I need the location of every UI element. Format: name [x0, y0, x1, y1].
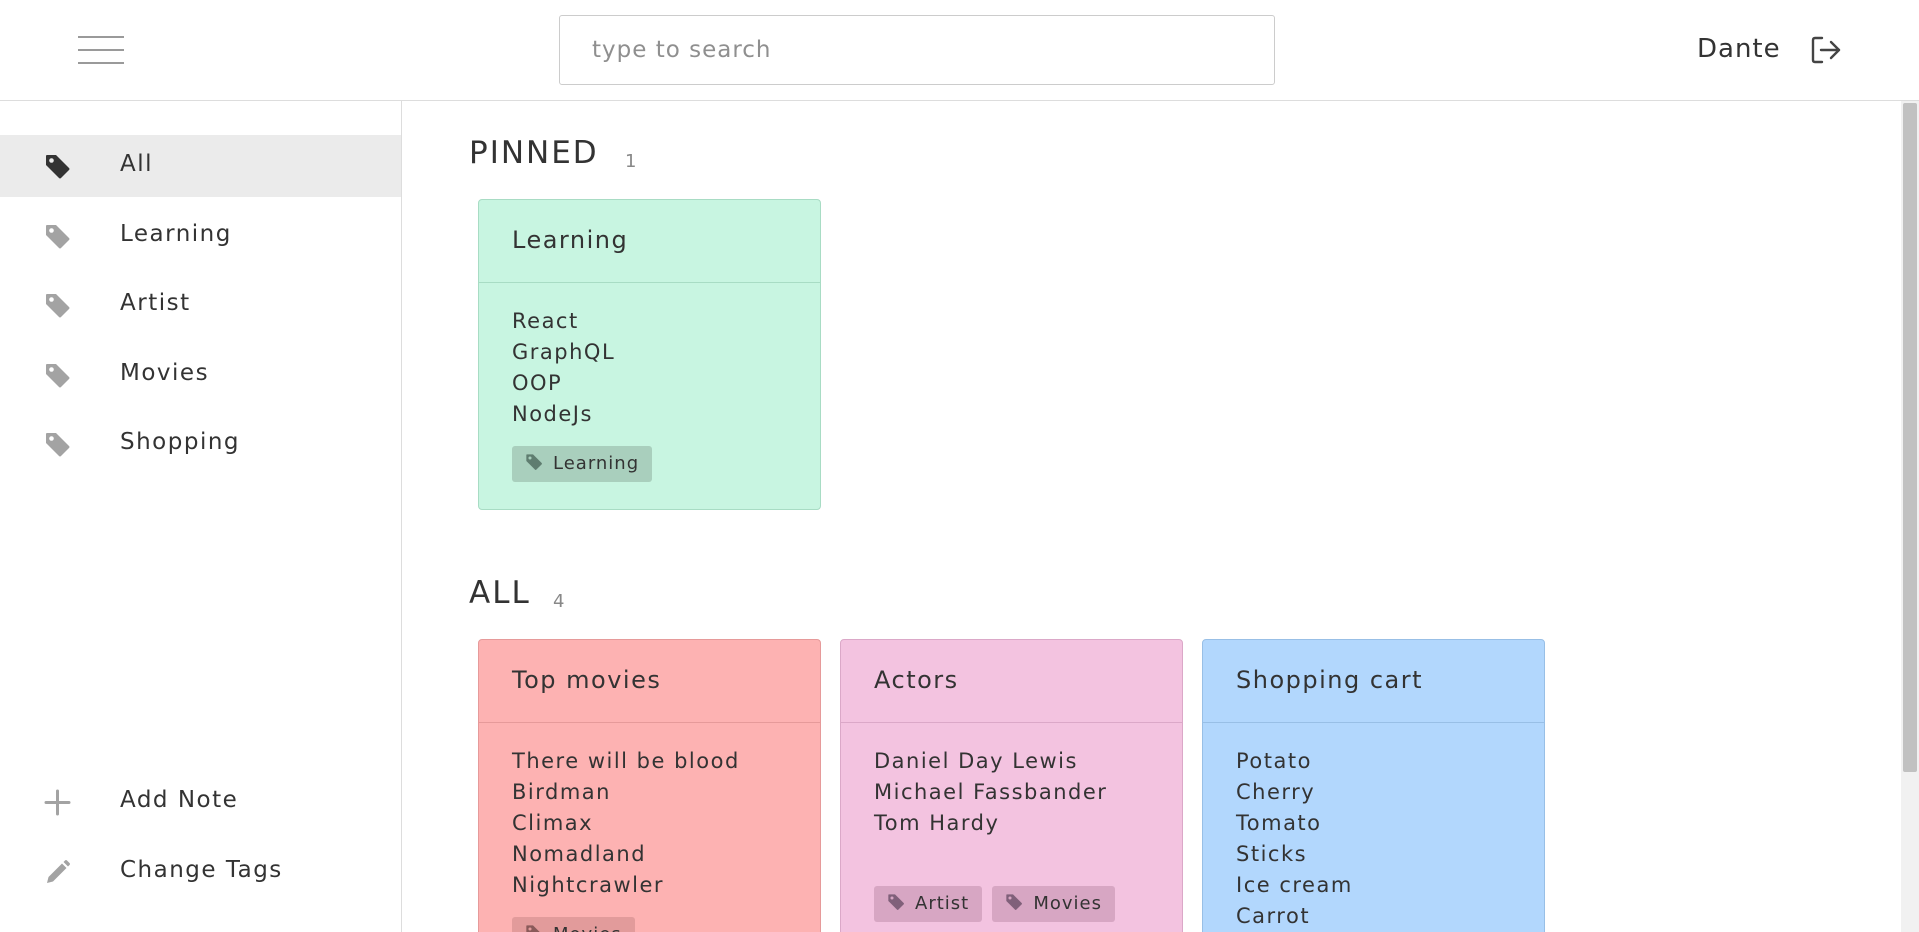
sidebar-item-label: Learning	[120, 221, 232, 247]
tag-icon	[46, 294, 70, 318]
note-line: Nightcrawler	[512, 873, 665, 897]
note-line: Potato	[1236, 749, 1312, 773]
note-line: Carrot	[1236, 904, 1311, 928]
tag-icon	[46, 225, 70, 249]
note-tag-learning[interactable]: Learning	[512, 446, 653, 482]
sidebar: All Learning Artist Movies Shopping Add …	[0, 101, 402, 932]
pencil-icon	[47, 860, 70, 883]
note-title: Top movies	[479, 640, 820, 723]
sidebar-item-label: All	[120, 151, 154, 177]
note-line: Tom Hardy	[874, 811, 1000, 835]
note-line: NodeJs	[512, 402, 593, 426]
note-tag-artist[interactable]: Artist	[874, 886, 983, 922]
change-tags-button[interactable]: Change Tags	[0, 841, 401, 903]
note-tags: Learning	[512, 446, 656, 482]
sidebar-item-label: Movies	[120, 360, 210, 386]
search-input[interactable]	[560, 16, 1274, 84]
logout-icon[interactable]	[1810, 35, 1842, 65]
hamburger-menu-icon[interactable]	[78, 36, 124, 66]
notes-area: PINNED 1 Learning React GraphQL OOP Node…	[403, 101, 1919, 932]
plus-icon	[44, 789, 71, 816]
scrollbar-thumb[interactable]	[1903, 103, 1917, 772]
note-line: Ice cream	[1236, 873, 1353, 897]
note-line: Tomato	[1236, 811, 1322, 835]
note-title: Actors	[841, 640, 1182, 723]
note-line: Birdman	[512, 780, 611, 804]
tag-label: Learning	[553, 453, 640, 474]
note-body: Daniel Day Lewis Michael Fassbander Tom …	[841, 723, 1182, 839]
note-body: React GraphQL OOP NodeJs	[479, 283, 820, 430]
sidebar-item-label: Artist	[120, 290, 191, 316]
all-count: 4	[553, 591, 566, 612]
note-line: React	[512, 309, 579, 333]
note-line: OOP	[512, 371, 563, 395]
pinned-count: 1	[625, 151, 638, 172]
add-note-label: Add Note	[120, 787, 239, 813]
note-line: Nomadland	[512, 842, 647, 866]
tag-icon	[888, 894, 904, 910]
pinned-section-title: PINNED	[469, 135, 599, 171]
note-line: GraphQL	[512, 340, 616, 364]
note-tags: Movies	[512, 917, 639, 932]
note-title: Shopping cart	[1203, 640, 1544, 723]
tag-icon	[46, 433, 70, 457]
note-line: There will be blood	[512, 749, 740, 773]
note-card-learning[interactable]: Learning React GraphQL OOP NodeJs Learni…	[478, 199, 821, 510]
note-tags: Artist Movies	[874, 886, 1119, 922]
tag-label: Artist	[915, 893, 970, 914]
app-header: Dante	[0, 0, 1919, 101]
sidebar-item-label: Shopping	[120, 429, 241, 455]
note-line: Daniel Day Lewis	[874, 749, 1078, 773]
note-body: There will be blood Birdman Climax Nomad…	[479, 723, 820, 901]
note-line: Michael Fassbander	[874, 780, 1108, 804]
note-line: Sticks	[1236, 842, 1308, 866]
note-body: Potato Cherry Tomato Sticks Ice cream Ca…	[1203, 723, 1544, 932]
note-tag-movies[interactable]: Movies	[512, 917, 635, 932]
note-line: Climax	[512, 811, 594, 835]
tag-label: Movies	[1033, 893, 1102, 914]
add-note-button[interactable]: Add Note	[0, 771, 401, 833]
sidebar-item-learning[interactable]: Learning	[0, 205, 401, 267]
sidebar-item-all[interactable]: All	[0, 135, 401, 197]
tag-icon	[526, 925, 540, 932]
note-tag-movies[interactable]: Movies	[992, 886, 1115, 922]
change-tags-label: Change Tags	[120, 857, 283, 883]
tag-icon	[46, 364, 70, 388]
note-card-top-movies[interactable]: Top movies There will be blood Birdman C…	[478, 639, 821, 932]
note-line: Cherry	[1236, 780, 1316, 804]
note-title: Learning	[479, 200, 820, 283]
sidebar-item-movies[interactable]: Movies	[0, 344, 401, 406]
user-name: Dante	[1697, 34, 1781, 64]
note-card-actors[interactable]: Actors Daniel Day Lewis Michael Fassband…	[840, 639, 1183, 932]
search-box	[559, 15, 1275, 85]
sidebar-item-shopping[interactable]: Shopping	[0, 413, 401, 475]
sidebar-item-artist[interactable]: Artist	[0, 274, 401, 336]
tag-label: Movies	[553, 924, 622, 932]
note-card-shopping-cart[interactable]: Shopping cart Potato Cherry Tomato Stick…	[1202, 639, 1545, 932]
tag-icon	[1006, 894, 1023, 910]
all-section-title: ALL	[469, 575, 531, 611]
tag-icon	[46, 155, 70, 179]
tag-icon	[526, 454, 542, 470]
